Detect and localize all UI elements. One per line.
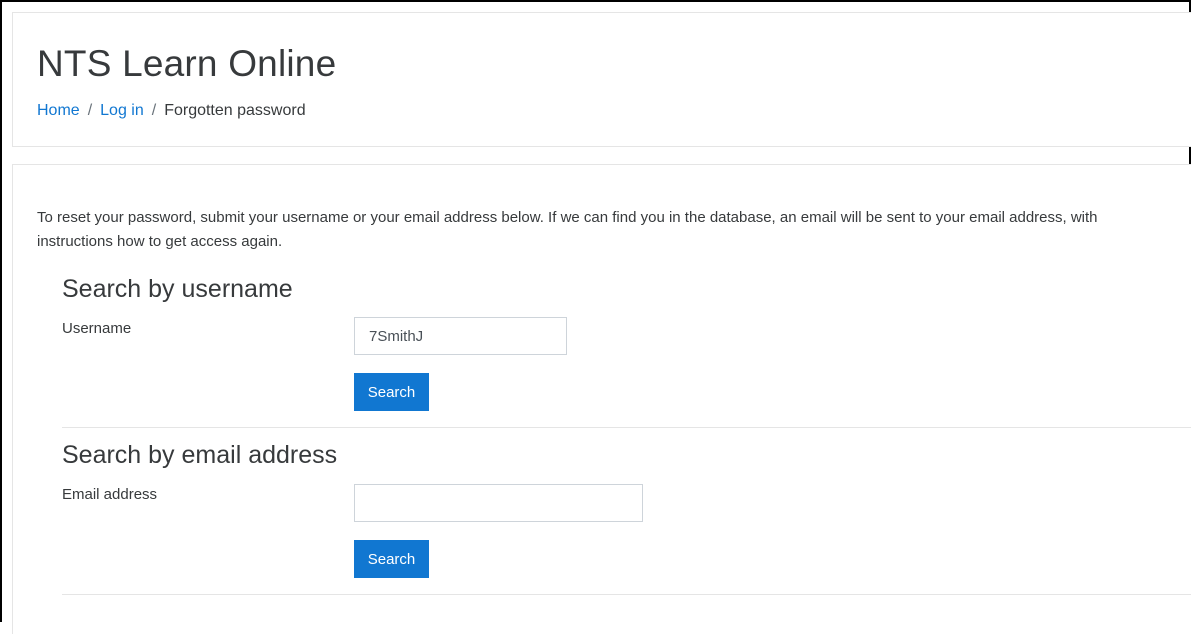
page-header: NTS Learn Online Home / Log in / Forgotten p… (12, 12, 1191, 147)
email-input[interactable] (354, 484, 643, 522)
username-input[interactable] (354, 317, 567, 355)
breadcrumb-login-link[interactable]: Log in (100, 102, 144, 119)
browser-frame: NTS Learn Online Home / Log in / Forgotten p… (0, 0, 1191, 634)
breadcrumb: Home / Log in / Forgotten password (37, 102, 306, 120)
section-divider (62, 427, 1191, 428)
search-email-button[interactable]: Search (354, 540, 429, 578)
search-username-button[interactable]: Search (354, 373, 429, 411)
breadcrumb-separator: / (87, 102, 93, 119)
username-label: Username (62, 320, 132, 337)
main-content: To reset your password, submit your user… (12, 164, 1191, 634)
breadcrumb-home-link[interactable]: Home (37, 102, 80, 119)
email-label: Email address (62, 486, 158, 503)
email-section-title: Search by email address (62, 441, 338, 469)
breadcrumb-current: Forgotten password (164, 102, 306, 119)
site-title: NTS Learn Online (37, 43, 337, 84)
username-section-title: Search by username (62, 275, 293, 303)
instructions-text: To reset your password, submit your user… (37, 209, 1098, 250)
breadcrumb-separator: / (151, 102, 157, 119)
section-divider (62, 594, 1191, 595)
